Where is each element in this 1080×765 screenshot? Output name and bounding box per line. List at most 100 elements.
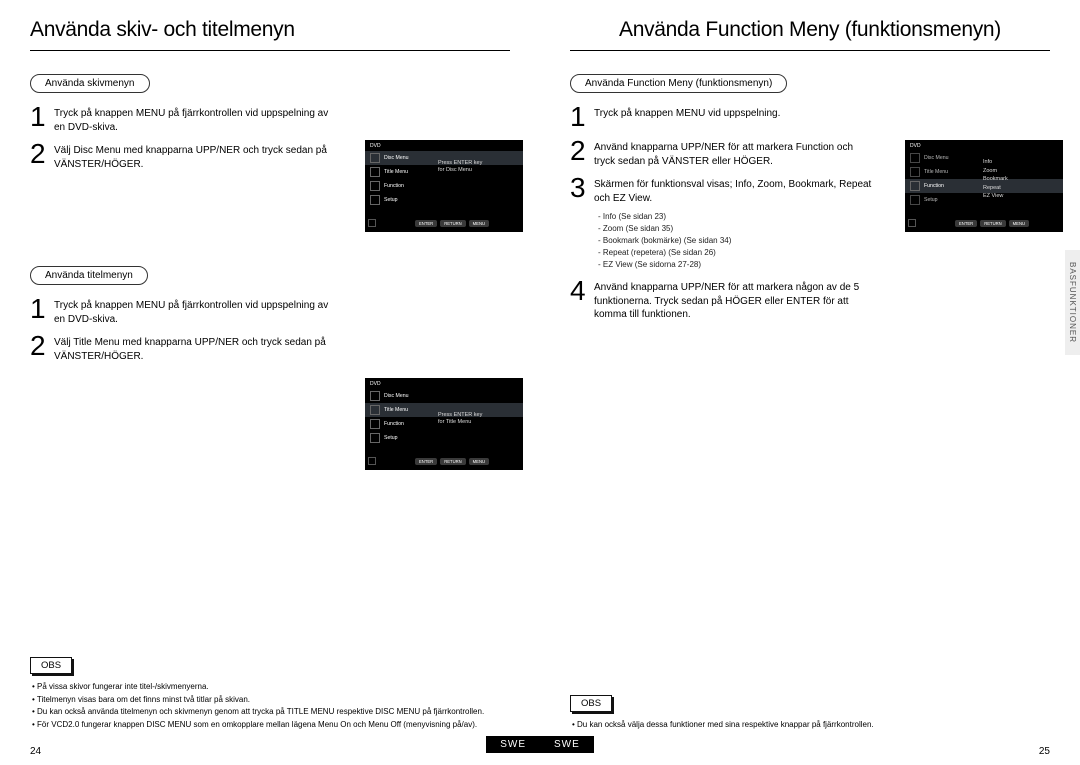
section-title-menu: Använda titelmenyn 1 Tryck på knappen ME… — [30, 265, 510, 363]
step-text: Använd knapparna UPP/NER för att markera… — [594, 277, 874, 322]
page-left: Använda skiv- och titelmenyn Använda ski… — [0, 0, 540, 765]
osd-screenshot-title-menu: DVD Disc Menu Title Menu Function Setup … — [365, 378, 523, 470]
osd-hint: Press ENTER key for Disc Menu — [438, 160, 482, 173]
fn-item: Info — [983, 158, 1008, 167]
page-title-left: Använda skiv- och titelmenyn — [30, 18, 510, 50]
step-number: 2 — [30, 332, 54, 360]
side-tab: BASFUNKTIONER — [1065, 250, 1080, 355]
osd-top-label: DVD — [365, 378, 523, 389]
osd-bottom-hints: ENTER RETURN MENU — [415, 220, 489, 227]
step-number: 2 — [30, 140, 54, 168]
osd-btn-hint: RETURN — [440, 220, 465, 227]
sublist-item: Repeat (repetera) (Se sidan 26) — [598, 247, 1050, 259]
step-number: 3 — [570, 174, 594, 202]
obs-box-left: OBS På vissa skivor fungerar inte titel-… — [30, 657, 510, 733]
obs-label: OBS — [570, 695, 612, 712]
step-number: 2 — [570, 137, 594, 165]
step-1: 1 Tryck på knappen MENU på fjärrkontroll… — [30, 295, 510, 326]
gear-icon — [910, 195, 920, 205]
function-icon — [370, 181, 380, 191]
obs-item: Du kan också använda titelmenyn och skiv… — [30, 707, 510, 718]
osd-item: Disc Menu — [384, 393, 409, 399]
osd-top-label: DVD — [905, 140, 1063, 151]
step-text: Välj Title Menu med knapparna UPP/NER oc… — [54, 332, 334, 363]
osd-row-setup: Setup — [365, 193, 523, 207]
osd-btn-hint: RETURN — [440, 458, 465, 465]
step-2: 2 Välj Title Menu med knapparna UPP/NER … — [30, 332, 510, 363]
osd-btn-hint: MENU — [469, 458, 489, 465]
step-number: 1 — [30, 295, 54, 323]
obs-label: OBS — [30, 657, 72, 674]
divider — [570, 50, 1050, 51]
fn-item: Bookmark — [983, 175, 1008, 184]
osd-btn-hint: ENTER — [415, 220, 437, 227]
disc-icon — [910, 153, 920, 163]
sublist-item: EZ View (Se sidorna 27-28) — [598, 259, 1050, 271]
step-4: 4 Använd knapparna UPP/NER för att marke… — [570, 277, 1050, 322]
function-icon — [370, 419, 380, 429]
section-label: Använda Function Meny (funktionsmenyn) — [570, 74, 787, 93]
step-1: 1 Tryck på knappen MENU på fjärrkontroll… — [30, 103, 510, 134]
disc-icon — [370, 153, 380, 163]
osd-item: Title Menu — [924, 169, 948, 175]
fn-item: EZ View — [983, 192, 1008, 201]
osd-item: Setup — [384, 197, 398, 203]
step-text: Välj Disc Menu med knapparna UPP/NER och… — [54, 140, 334, 171]
page-number: 24 — [30, 746, 41, 757]
osd-item: Disc Menu — [924, 155, 949, 161]
osd-hint-line: for Disc Menu — [438, 167, 472, 173]
language-code: SWE — [486, 736, 540, 753]
language-code: SWE — [540, 736, 594, 753]
step-number: 1 — [570, 103, 594, 131]
osd-item: Title Menu — [384, 169, 408, 175]
gear-icon — [370, 433, 380, 443]
osd-hint-line: for Title Menu — [438, 419, 471, 425]
arrow-icon — [368, 219, 376, 227]
osd-top-label: DVD — [365, 140, 523, 151]
osd-screenshot-disc-menu: DVD Disc Menu Title Menu Function Setup … — [365, 140, 523, 232]
obs-item: Du kan också välja dessa funktioner med … — [570, 720, 1050, 731]
osd-item: Disc Menu — [384, 155, 409, 161]
fn-item: Zoom — [983, 167, 1008, 176]
page-right: Använda Function Meny (funktionsmenyn) A… — [540, 0, 1080, 765]
osd-btn-hint: MENU — [1009, 220, 1029, 227]
step-number: 1 — [30, 103, 54, 131]
osd-item: Title Menu — [384, 407, 408, 413]
osd-hint-line: Press ENTER key — [438, 412, 482, 418]
page-number: 25 — [1039, 746, 1050, 757]
osd-item: Function — [384, 183, 404, 189]
title-icon — [910, 167, 920, 177]
osd-hint: Press ENTER key for Title Menu — [438, 412, 482, 425]
osd-item: Setup — [924, 197, 938, 203]
osd-btn-hint: ENTER — [955, 220, 977, 227]
osd-screenshot-function: DVD Disc Menu Title Menu Function Setup … — [905, 140, 1063, 232]
fn-item: Repeat — [983, 184, 1008, 193]
divider — [30, 50, 510, 51]
sublist-item: Bookmark (bokmärke) (Se sidan 34) — [598, 235, 1050, 247]
osd-row-function: Function — [365, 179, 523, 193]
section-label: Använda titelmenyn — [30, 266, 148, 285]
step-text: Tryck på knappen MENU vid uppspelning. — [594, 103, 874, 121]
osd-bottom-hints: ENTER RETURN MENU — [415, 458, 489, 465]
obs-box-right: OBS Du kan också välja dessa funktioner … — [570, 695, 1050, 733]
function-icon — [910, 181, 920, 191]
osd-btn-hint: RETURN — [980, 220, 1005, 227]
title-icon — [370, 405, 380, 415]
step-number: 4 — [570, 277, 594, 305]
osd-item: Setup — [384, 435, 398, 441]
osd-item: Function — [384, 421, 404, 427]
gear-icon — [370, 195, 380, 205]
arrow-icon — [908, 219, 916, 227]
osd-row-disc-menu: Disc Menu — [365, 389, 523, 403]
page-title-right: Använda Function Meny (funktionsmenyn) — [570, 18, 1050, 50]
step-text: Skärmen för funktionsval visas; Info, Zo… — [594, 174, 874, 205]
osd-hint-line: Press ENTER key — [438, 160, 482, 166]
obs-item: På vissa skivor fungerar inte titel-/ski… — [30, 682, 510, 693]
step-text: Använd knapparna UPP/NER för att markera… — [594, 137, 874, 168]
osd-item: Function — [924, 183, 944, 189]
osd-row-setup: Setup — [365, 431, 523, 445]
step-1: 1 Tryck på knappen MENU vid uppspelning. — [570, 103, 1050, 131]
osd-btn-hint: ENTER — [415, 458, 437, 465]
osd-bottom-hints: ENTER RETURN MENU — [955, 220, 1029, 227]
arrow-icon — [368, 457, 376, 465]
